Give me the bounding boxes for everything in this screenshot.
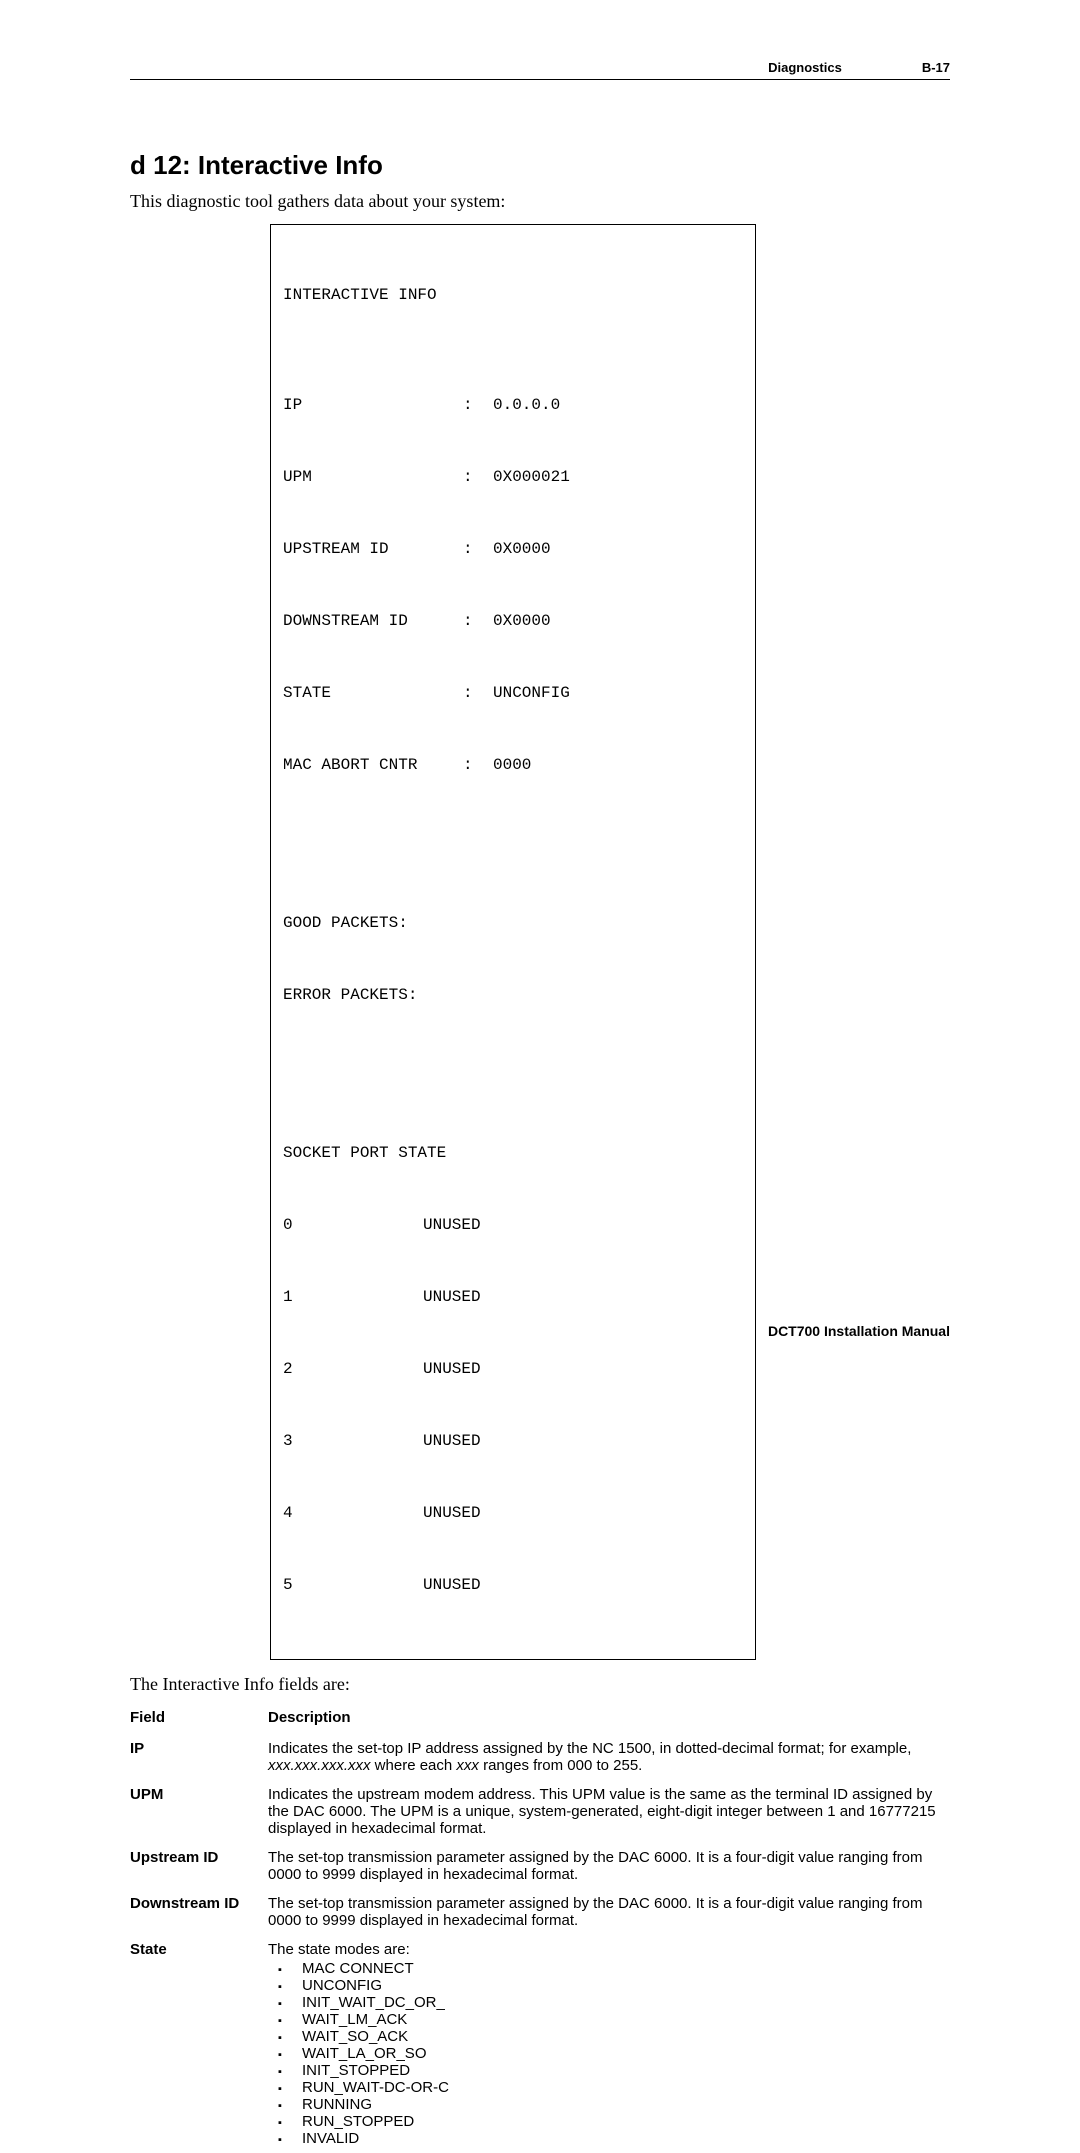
- diag-extra: GOOD PACKETS:: [283, 911, 743, 935]
- header-section: Diagnostics: [768, 60, 842, 75]
- list-item: WAIT_LA_OR_SO: [278, 2045, 942, 2062]
- list-item: RUN_WAIT-DC-OR-C: [278, 2079, 942, 2096]
- list-item: RUN_STOPPED: [278, 2113, 942, 2130]
- table-row: IP Indicates the set-top IP address assi…: [130, 1734, 950, 1780]
- diag-key: STATE: [283, 681, 463, 705]
- socket-row: 5UNUSED: [283, 1573, 743, 1597]
- table-row: Upstream ID The set-top transmission par…: [130, 1843, 950, 1889]
- fields-table: Field Description IP Indicates the set-t…: [130, 1707, 950, 2153]
- socket-id: 2: [283, 1357, 423, 1381]
- field-desc: Indicates the upstream modem address. Th…: [268, 1780, 950, 1843]
- diagnostic-box: INTERACTIVE INFO IP:0.0.0.0 UPM:0X000021…: [270, 224, 756, 1660]
- socket-state: UNUSED: [423, 1285, 481, 1309]
- socket-state: UNUSED: [423, 1429, 481, 1453]
- field-desc: The set-top transmission parameter assig…: [268, 1843, 950, 1889]
- field-name: IP: [130, 1734, 268, 1780]
- diag-val: 0X0000: [493, 537, 551, 561]
- diag-heading: INTERACTIVE INFO: [283, 283, 743, 307]
- field-name: State: [130, 1935, 268, 2153]
- field-name: Downstream ID: [130, 1889, 268, 1935]
- socket-id: 1: [283, 1285, 423, 1309]
- diag-val: 0X0000: [493, 609, 551, 633]
- table-row: State The state modes are: MAC CONNECT U…: [130, 1935, 950, 2153]
- socket-row: 4UNUSED: [283, 1501, 743, 1525]
- table-row: Downstream ID The set-top transmission p…: [130, 1889, 950, 1935]
- footer-text: DCT700 Installation Manual: [768, 1323, 950, 1339]
- field-desc: Indicates the set-top IP address assigne…: [268, 1734, 950, 1780]
- state-list: MAC CONNECT UNCONFIG INIT_WAIT_DC_OR_ WA…: [278, 1960, 942, 2147]
- list-item: INVALID: [278, 2130, 942, 2147]
- diag-val: 0X000021: [493, 465, 570, 489]
- socket-state: UNUSED: [423, 1357, 481, 1381]
- th-field: Field: [130, 1707, 268, 1734]
- table-row: UPM Indicates the upstream modem address…: [130, 1780, 950, 1843]
- socket-state: UNUSED: [423, 1213, 481, 1237]
- socket-row: 0UNUSED: [283, 1213, 743, 1237]
- diag-key: UPSTREAM ID: [283, 537, 463, 561]
- diag-key: DOWNSTREAM ID: [283, 609, 463, 633]
- diag-row: MAC ABORT CNTR:0000: [283, 753, 743, 777]
- list-item: INIT_STOPPED: [278, 2062, 942, 2079]
- diag-row: DOWNSTREAM ID:0X0000: [283, 609, 743, 633]
- socket-row: 3UNUSED: [283, 1429, 743, 1453]
- socket-row: 1UNUSED: [283, 1285, 743, 1309]
- section-title: d 12: Interactive Info: [130, 150, 950, 181]
- socket-state: UNUSED: [423, 1501, 481, 1525]
- list-item: WAIT_LM_ACK: [278, 2011, 942, 2028]
- socket-state: UNUSED: [423, 1573, 481, 1597]
- socket-row: 2UNUSED: [283, 1357, 743, 1381]
- field-desc: The state modes are: MAC CONNECT UNCONFI…: [268, 1935, 950, 2153]
- field-name: Upstream ID: [130, 1843, 268, 1889]
- socket-id: 3: [283, 1429, 423, 1453]
- diag-key: MAC ABORT CNTR: [283, 753, 463, 777]
- diag-row: UPSTREAM ID:0X0000: [283, 537, 743, 561]
- list-item: MAC CONNECT: [278, 1960, 942, 1977]
- socket-heading: SOCKET PORT STATE: [283, 1141, 743, 1165]
- list-item: UNCONFIG: [278, 1977, 942, 1994]
- diag-key: UPM: [283, 465, 463, 489]
- list-item: WAIT_SO_ACK: [278, 2028, 942, 2045]
- sub-intro: The Interactive Info fields are:: [130, 1674, 950, 1695]
- list-item: RUNNING: [278, 2096, 942, 2113]
- diag-key: IP: [283, 393, 463, 417]
- socket-id: 5: [283, 1573, 423, 1597]
- socket-id: 4: [283, 1501, 423, 1525]
- intro-text: This diagnostic tool gathers data about …: [130, 191, 950, 212]
- diag-row: STATE:UNCONFIG: [283, 681, 743, 705]
- diag-val: 0.0.0.0: [493, 393, 560, 417]
- page-header: Diagnostics B-17: [130, 60, 950, 80]
- diag-val: UNCONFIG: [493, 681, 570, 705]
- diag-extra: ERROR PACKETS:: [283, 983, 743, 1007]
- socket-id: 0: [283, 1213, 423, 1237]
- diag-row: UPM:0X000021: [283, 465, 743, 489]
- diag-val: 0000: [493, 753, 531, 777]
- field-name: UPM: [130, 1780, 268, 1843]
- page: Diagnostics B-17 d 12: Interactive Info …: [0, 0, 1080, 1397]
- header-pageref: B-17: [922, 60, 950, 75]
- th-desc: Description: [268, 1707, 950, 1734]
- diag-row: IP:0.0.0.0: [283, 393, 743, 417]
- list-item: INIT_WAIT_DC_OR_: [278, 1994, 942, 2011]
- table-header-row: Field Description: [130, 1707, 950, 1734]
- field-desc: The set-top transmission parameter assig…: [268, 1889, 950, 1935]
